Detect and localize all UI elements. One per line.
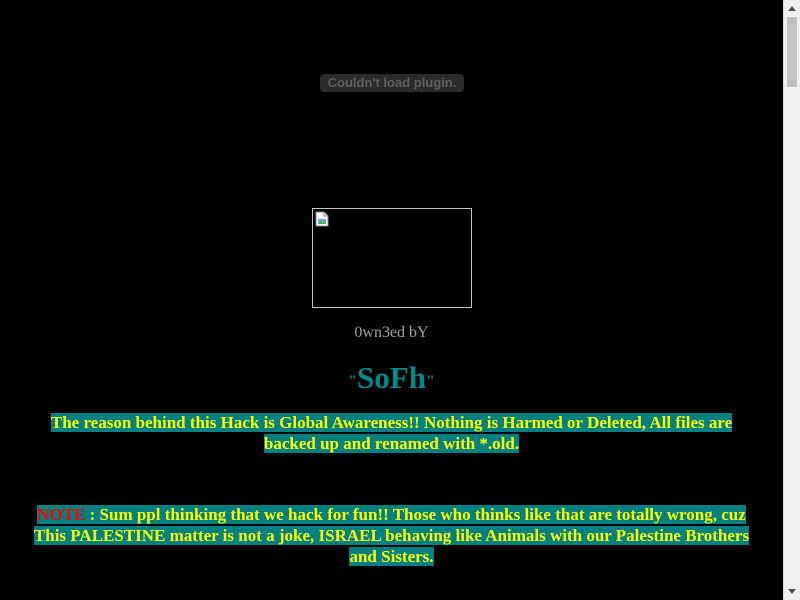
owned-by-text: 0wn3ed bY (354, 324, 429, 341)
scroll-up-arrow-icon (788, 6, 796, 11)
signature-close-quote: " (425, 373, 435, 390)
note-label: NOTE (37, 505, 86, 524)
scroll-down-button[interactable] (784, 583, 800, 600)
note-line-2: This PALESTINE matter is not a joke, ISR… (33, 526, 750, 545)
note-line-3: and Sisters. (349, 547, 434, 566)
broken-image-icon (315, 211, 329, 227)
awareness-line-2: backed up and renamed with *.old. (263, 434, 520, 453)
vertical-scrollbar[interactable] (783, 0, 800, 600)
hacker-signature: "SoFh" (0, 358, 783, 404)
scroll-up-button[interactable] (784, 0, 800, 17)
awareness-line-1: The reason behind this Hack is Global Aw… (50, 413, 733, 432)
awareness-message: The reason behind this Hack is Global Aw… (10, 412, 773, 454)
note-line-1: : Sum ppl thinking that we hack for fun!… (85, 505, 746, 524)
signature-open-quote: " (348, 373, 358, 390)
page-viewport: Couldn't load plugin. 0wn3ed bY "SoFh" T… (0, 0, 783, 600)
plugin-error-message: Couldn't load plugin. (320, 74, 464, 92)
broken-image (312, 208, 472, 308)
note-message: NOTE : Sum ppl thinking that we hack for… (10, 504, 773, 567)
scrollbar-thumb[interactable] (787, 17, 797, 87)
scroll-down-arrow-icon (788, 589, 796, 594)
signature-name: SoFh (357, 360, 426, 395)
